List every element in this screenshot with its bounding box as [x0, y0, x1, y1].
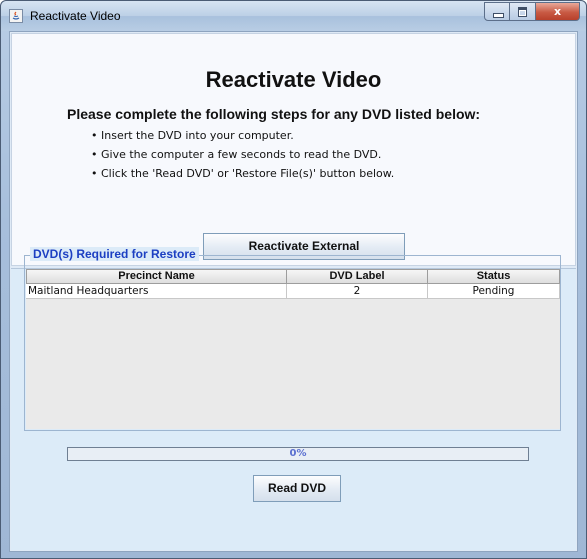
maximize-icon[interactable] — [510, 2, 536, 21]
java-app-icon[interactable] — [9, 9, 23, 23]
title-bar[interactable]: Reactivate Video x — [1, 1, 586, 31]
close-label: x — [553, 5, 562, 18]
restore-group-title: DVD(s) Required for Restore — [30, 247, 199, 261]
step-text: Click the 'Read DVD' or 'Restore File(s)… — [101, 167, 395, 180]
step-item: • Give the computer a few seconds to read… — [91, 145, 394, 164]
step-text: Give the computer a few seconds to read … — [101, 148, 382, 161]
app-window: Reactivate Video x Reactivate Video Plea… — [0, 0, 587, 559]
instructions-panel: Reactivate Video Please complete the fol… — [11, 33, 576, 266]
column-header-precinct[interactable]: Precinct Name — [26, 269, 287, 284]
bullet-icon: • — [91, 148, 98, 161]
column-header-status[interactable]: Status — [428, 269, 560, 284]
step-text: Insert the DVD into your computer. — [101, 129, 294, 142]
cell-status: Pending — [428, 284, 560, 299]
step-item: • Click the 'Read DVD' or 'Restore File(s… — [91, 164, 394, 183]
step-item: • Insert the DVD into your computer. — [91, 126, 394, 145]
page-title: Reactivate Video — [205, 67, 382, 92]
table-row[interactable]: Maitland Headquarters 2 Pending — [26, 284, 560, 299]
read-dvd-button[interactable]: Read DVD — [253, 475, 341, 502]
bullet-icon: • — [91, 129, 98, 142]
cell-precinct-name: Maitland Headquarters — [26, 284, 287, 299]
window-title: Reactivate Video — [30, 9, 121, 23]
bullet-icon: • — [91, 167, 98, 180]
read-progress-bar: 0% — [67, 447, 529, 461]
minimize-icon[interactable] — [484, 2, 510, 21]
steps-list: • Insert the DVD into your computer. • Giv… — [91, 126, 394, 183]
instructions-heading: Please complete the following steps for … — [67, 106, 481, 122]
table-header: Precinct Name DVD Label Status — [26, 269, 560, 284]
column-header-dvd-label[interactable]: DVD Label — [287, 269, 428, 284]
window-controls: x — [484, 2, 580, 22]
close-icon[interactable]: x — [536, 2, 580, 21]
progress-text: 0% — [289, 448, 307, 459]
dvd-table[interactable]: Precinct Name DVD Label Status Maitland … — [26, 269, 560, 429]
cell-dvd-label: 2 — [287, 284, 428, 299]
